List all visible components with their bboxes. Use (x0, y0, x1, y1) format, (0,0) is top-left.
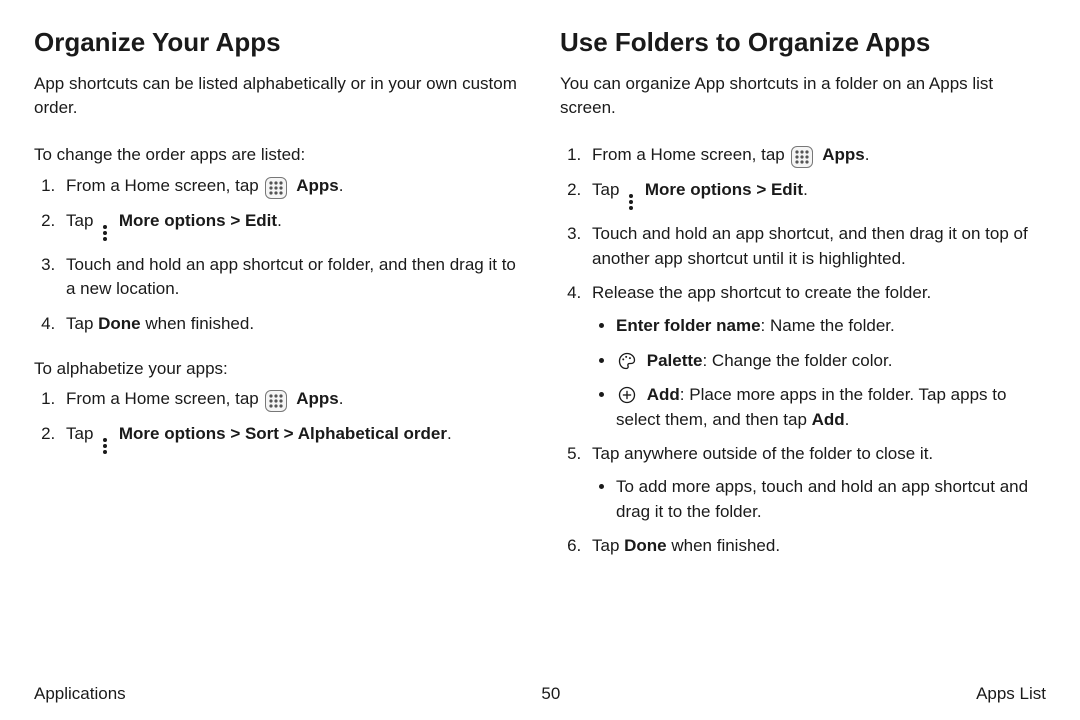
text-bold: Enter folder name (616, 316, 761, 335)
bullet-palette: Palette: Change the folder color. (616, 349, 1046, 374)
intro-text: You can organize App shortcuts in a fold… (560, 72, 1046, 121)
apps-label: Apps (296, 389, 339, 408)
apps-icon (265, 390, 287, 412)
step-6: Tap Done when finished. (586, 534, 1046, 559)
lead-change-order: To change the order apps are listed: (34, 143, 520, 168)
text: Tap anywhere outside of the folder to cl… (592, 444, 933, 463)
apps-icon (791, 146, 813, 168)
text-bold: Done (624, 536, 667, 555)
step-2: Tap More options > Edit. (586, 178, 1046, 212)
apps-label: Apps (296, 176, 339, 195)
steps-folders: From a Home screen, tap Apps. Tap More o… (560, 143, 1046, 559)
text: : Change the folder color. (702, 351, 892, 370)
text: . (339, 389, 344, 408)
text: when finished. (667, 536, 780, 555)
text: . (339, 176, 344, 195)
text-bold: Add (812, 410, 845, 429)
step-1: From a Home screen, tap Apps. (60, 174, 520, 199)
more-options-icon (99, 436, 111, 456)
footer-right: Apps List (976, 684, 1046, 704)
step-2: Tap More options > Edit. (60, 209, 520, 243)
add-icon (616, 384, 638, 406)
bullet-enter-name: Enter folder name: Name the folder. (616, 314, 1046, 339)
footer-left: Applications (34, 684, 126, 704)
text: : Name the folder. (761, 316, 895, 335)
text: . (447, 424, 452, 443)
text: Tap (66, 211, 98, 230)
left-column: Organize Your Apps App shortcuts can be … (34, 24, 520, 579)
text: . (277, 211, 282, 230)
text-bold: Add (647, 385, 680, 404)
text-bold: More options > Edit (119, 211, 277, 230)
sub-bullets: Enter folder name: Name the folder. Pale… (592, 314, 1046, 433)
intro-text: App shortcuts can be listed alphabetical… (34, 72, 520, 121)
text: . (803, 180, 808, 199)
footer-page-number: 50 (541, 684, 560, 704)
step-4: Release the app shortcut to create the f… (586, 281, 1046, 432)
apps-icon (265, 177, 287, 199)
text-bold: Palette (647, 351, 703, 370)
step-5: Tap anywhere outside of the folder to cl… (586, 442, 1046, 524)
steps-change-order: From a Home screen, tap Apps. Tap More o… (34, 174, 520, 337)
step-1: From a Home screen, tap Apps. (60, 387, 520, 412)
apps-label: Apps (822, 145, 865, 164)
text: From a Home screen, tap (66, 389, 263, 408)
step-1: From a Home screen, tap Apps. (586, 143, 1046, 168)
bullet-add: Add: Place more apps in the folder. Tap … (616, 383, 1046, 432)
steps-alphabetize: From a Home screen, tap Apps. Tap More o… (34, 387, 520, 456)
text: Tap (66, 424, 98, 443)
sub-bullets: To add more apps, touch and hold an app … (592, 475, 1046, 524)
bullet-add-more: To add more apps, touch and hold an app … (616, 475, 1046, 524)
palette-icon (616, 350, 638, 372)
text: when finished. (141, 314, 254, 333)
text: . (845, 410, 850, 429)
step-3: Touch and hold an app shortcut, and then… (586, 222, 1046, 271)
page-footer: Applications 50 Apps List (0, 684, 1080, 704)
text: . (865, 145, 870, 164)
page-body: Organize Your Apps App shortcuts can be … (0, 0, 1080, 579)
more-options-icon (99, 223, 111, 243)
text: Tap (592, 536, 624, 555)
more-options-icon (625, 192, 637, 212)
right-column: Use Folders to Organize Apps You can org… (560, 24, 1046, 579)
text-bold: Done (98, 314, 141, 333)
heading-folders: Use Folders to Organize Apps (560, 24, 1046, 62)
text-bold: More options > Edit (645, 180, 803, 199)
lead-alphabetize: To alphabetize your apps: (34, 357, 520, 382)
text-bold: More options > Sort > Alphabetical order (119, 424, 447, 443)
text: Tap (66, 314, 98, 333)
text: Release the app shortcut to create the f… (592, 283, 931, 302)
text: From a Home screen, tap (66, 176, 263, 195)
step-2: Tap More options > Sort > Alphabetical o… (60, 422, 520, 456)
step-3: Touch and hold an app shortcut or folder… (60, 253, 520, 302)
text: Tap (592, 180, 624, 199)
step-4: Tap Done when finished. (60, 312, 520, 337)
text: From a Home screen, tap (592, 145, 789, 164)
heading-organize: Organize Your Apps (34, 24, 520, 62)
